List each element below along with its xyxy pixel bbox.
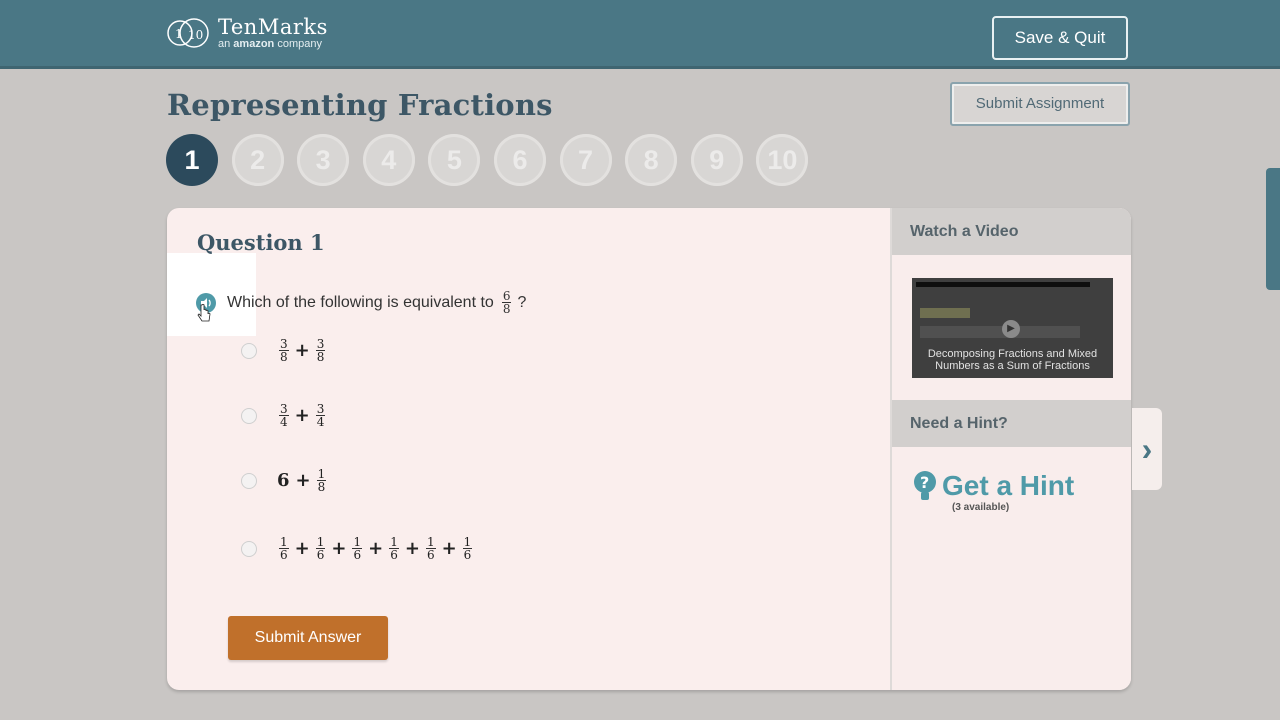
- answer-option[interactable]: 6 +1 8: [241, 468, 328, 493]
- question-nav-6[interactable]: 6: [493, 134, 546, 186]
- video-row: [920, 308, 970, 318]
- answer-expression: 3 4 +3 4: [277, 403, 327, 428]
- tenmarks-logo[interactable]: 1 10 TenMarks an amazon company: [166, 10, 328, 56]
- plus-sign: +: [294, 340, 310, 361]
- fraction: 16: [425, 535, 436, 562]
- submit-answer-button[interactable]: Submit Answer: [228, 616, 388, 660]
- header-blurred-area: [15, 22, 135, 48]
- question-nav-1[interactable]: 1: [166, 134, 218, 186]
- fraction: 34: [279, 402, 289, 429]
- whole-number: 6: [277, 470, 290, 491]
- get-hint-label: Get a Hint: [942, 470, 1075, 501]
- plus-sign: +: [368, 538, 384, 559]
- side-panel-tab[interactable]: [1266, 168, 1280, 290]
- help-sidebar: Watch a Video ▶ Decomposing Fractions an…: [890, 208, 1131, 690]
- top-header-bar: 1 10 TenMarks an amazon company Save & Q…: [0, 0, 1280, 69]
- brand-name: TenMarks: [218, 15, 328, 39]
- prompt-text: Which of the following is equivalent to: [227, 293, 494, 311]
- answer-radio[interactable]: [241, 407, 257, 424]
- question-prompt: Which of the following is equivalent to …: [227, 290, 526, 315]
- question-nav-5[interactable]: 5: [428, 134, 481, 186]
- question-bulb-icon: ?: [914, 471, 936, 500]
- plus-sign: +: [294, 538, 310, 559]
- plus-sign: +: [294, 405, 310, 426]
- play-icon[interactable]: ▶: [1002, 320, 1020, 338]
- answer-radio[interactable]: [241, 540, 257, 557]
- video-top-bar: [916, 282, 1090, 287]
- question-nav-7[interactable]: 7: [559, 134, 612, 186]
- hint-count: (3 available): [952, 502, 1010, 513]
- plus-sign: +: [441, 538, 457, 559]
- svg-text:?: ?: [920, 473, 929, 492]
- question-nav-10[interactable]: 10: [756, 134, 809, 186]
- assignment-title: Representing Fractions: [167, 88, 553, 122]
- fraction: 16: [389, 535, 399, 562]
- hint-heading: Need a Hint?: [892, 400, 1131, 447]
- fraction: 18: [316, 467, 327, 494]
- question-nav-2[interactable]: 2: [231, 134, 284, 186]
- get-hint-link[interactable]: ? Get a Hint (3 available): [912, 470, 1074, 514]
- plus-sign: +: [404, 538, 420, 559]
- fraction: 16: [279, 535, 289, 562]
- answer-option[interactable]: 3 4 +3 4: [241, 403, 327, 428]
- tenmarks-logo-icon: 1 10: [167, 18, 209, 48]
- question-nav-9[interactable]: 9: [690, 134, 743, 186]
- answer-option[interactable]: 1 6 +1 6 +1 6 +1 6 +1 6 +1 6: [241, 536, 474, 561]
- question-navigation: 1 2 3 4 5 6 7 8 9 10: [166, 134, 822, 186]
- video-row: [920, 326, 1080, 338]
- fraction: 38: [279, 337, 289, 364]
- question-nav-8[interactable]: 8: [625, 134, 678, 186]
- video-caption: Decomposing Fractions and Mixed Numbers …: [927, 348, 1098, 372]
- answer-option[interactable]: 3 8 +3 8: [241, 338, 327, 363]
- fraction: 16: [315, 535, 326, 562]
- fraction: 16: [462, 535, 473, 562]
- submit-assignment-button[interactable]: Submit Assignment: [950, 82, 1130, 126]
- chevron-right-icon[interactable]: ›: [1132, 408, 1162, 490]
- svg-text:10: 10: [188, 28, 203, 42]
- answer-expression: 3 8 +3 8: [277, 338, 327, 363]
- save-and-quit-button[interactable]: Save & Quit: [992, 16, 1128, 60]
- answer-expression: 1 6 +1 6 +1 6 +1 6 +1 6 +1 6: [277, 536, 474, 561]
- question-nav-3[interactable]: 3: [297, 134, 350, 186]
- fraction: 38: [315, 337, 326, 364]
- svg-text:1: 1: [175, 27, 183, 41]
- question-nav-4[interactable]: 4: [362, 134, 415, 186]
- fraction: 34: [315, 402, 326, 429]
- question-card: Question 1 Which of the following is equ…: [167, 208, 1131, 690]
- answer-expression: 6 +1 8: [277, 468, 328, 493]
- plus-sign: +: [295, 470, 311, 491]
- answer-radio[interactable]: [241, 342, 257, 359]
- prompt-question-mark: ?: [517, 293, 527, 311]
- video-heading: Watch a Video: [892, 208, 1131, 255]
- question-title: Question 1: [197, 230, 325, 255]
- prompt-fraction: 6 8: [501, 289, 512, 316]
- video-thumbnail[interactable]: ▶ Decomposing Fractions and Mixed Number…: [912, 278, 1113, 378]
- plus-sign: +: [331, 538, 347, 559]
- answer-radio[interactable]: [241, 472, 257, 489]
- fraction: 16: [352, 535, 363, 562]
- brand-tagline: an amazon company: [218, 38, 322, 50]
- mouse-cursor-icon: [197, 304, 211, 322]
